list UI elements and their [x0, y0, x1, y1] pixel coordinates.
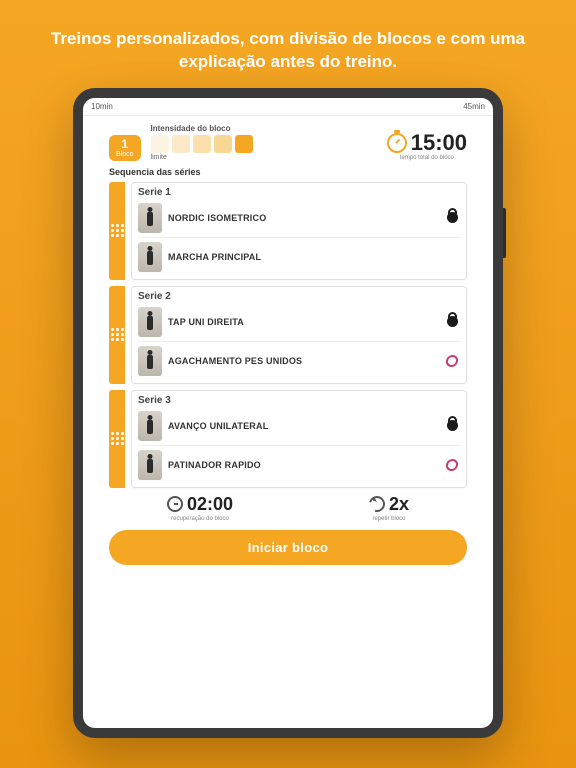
footer-stats: 02:00 recuperação do bloco 2x repetir bl…: [109, 494, 467, 522]
repeat-stat: 2x repetir bloco: [369, 494, 409, 522]
block-summary-row: 1 Bloco Intensidade do bloco limite 15:0…: [109, 124, 467, 161]
intensity-widget: Intensidade do bloco limite: [151, 124, 377, 161]
exercise-name: TAP UNI DIREITA: [168, 317, 438, 327]
series-card[interactable]: Serie 1 NORDIC ISOMETRICO MARCHA PRINCIP…: [109, 182, 467, 280]
exercise-thumb: [138, 346, 162, 376]
exercise-name: AGACHAMENTO PES UNIDOS: [168, 356, 438, 366]
band-icon: [444, 457, 460, 473]
equipment-none: [444, 249, 460, 265]
exercise-thumb: [138, 411, 162, 441]
tablet-frame: 10min 45min 1 Bloco Intensidade do bloco…: [73, 88, 503, 738]
exercise-thumb: [138, 450, 162, 480]
promo-headline: Treinos personalizados, com divisão de b…: [0, 0, 576, 88]
exercise-row[interactable]: AGACHAMENTO PES UNIDOS: [138, 341, 460, 378]
recovery-stat: 02:00 recuperação do bloco: [167, 494, 233, 522]
series-title: Serie 3: [138, 395, 460, 406]
drag-handle[interactable]: [109, 182, 125, 280]
exercise-thumb: [138, 242, 162, 272]
exercise-row[interactable]: MARCHA PRINCIPAL: [138, 237, 460, 274]
block-number: 1: [121, 138, 128, 150]
intensity-sublabel: limite: [151, 154, 377, 161]
exercise-thumb: [138, 307, 162, 337]
exercise-name: AVANÇO UNILATERAL: [168, 421, 438, 431]
block-label: Bloco: [116, 151, 134, 158]
exercise-name: MARCHA PRINCIPAL: [168, 252, 438, 262]
series-card[interactable]: Serie 2 TAP UNI DIREITA AGACHAMENTO PES …: [109, 286, 467, 384]
timer-widget: 15:00 tempo total do bloco: [387, 132, 467, 161]
repeat-value: 2x: [389, 494, 409, 515]
start-block-button[interactable]: Iniciar bloco: [109, 530, 467, 565]
statusbar-left: 10min: [91, 102, 113, 111]
recovery-label: recuperação do bloco: [171, 516, 229, 522]
statusbar-right: 45min: [463, 102, 485, 111]
timer-icon: [387, 133, 407, 153]
app-screen: 10min 45min 1 Bloco Intensidade do bloco…: [83, 98, 493, 728]
drag-handle[interactable]: [109, 286, 125, 384]
timer-sublabel: tempo total do bloco: [387, 155, 467, 161]
series-title: Serie 2: [138, 291, 460, 302]
exercise-row[interactable]: NORDIC ISOMETRICO: [138, 201, 460, 235]
exercise-row[interactable]: PATINADOR RAPIDO: [138, 445, 460, 482]
series-card[interactable]: Serie 3 AVANÇO UNILATERAL PATINADOR RAPI…: [109, 390, 467, 488]
exercise-thumb: [138, 203, 162, 233]
block-chip: 1 Bloco: [109, 135, 141, 161]
recovery-icon: [167, 496, 183, 512]
drag-handle[interactable]: [109, 390, 125, 488]
repeat-icon: [366, 493, 388, 515]
kettlebell-icon: [444, 210, 460, 226]
intensity-label: Intensidade do bloco: [151, 124, 377, 133]
sequence-heading: Sequencia das séries: [109, 167, 467, 177]
band-icon: [444, 353, 460, 369]
repeat-label: repetir bloco: [372, 516, 405, 522]
exercise-name: PATINADOR RAPIDO: [168, 460, 438, 470]
main-content: 1 Bloco Intensidade do bloco limite 15:0…: [83, 116, 493, 728]
series-title: Serie 1: [138, 187, 460, 198]
exercise-name: NORDIC ISOMETRICO: [168, 213, 438, 223]
status-bar: 10min 45min: [83, 98, 493, 116]
timer-value: 15:00: [411, 132, 467, 154]
recovery-value: 02:00: [187, 494, 233, 515]
intensity-scale: [151, 135, 377, 153]
exercise-row[interactable]: TAP UNI DIREITA: [138, 305, 460, 339]
exercise-row[interactable]: AVANÇO UNILATERAL: [138, 409, 460, 443]
kettlebell-icon: [444, 314, 460, 330]
kettlebell-icon: [444, 418, 460, 434]
